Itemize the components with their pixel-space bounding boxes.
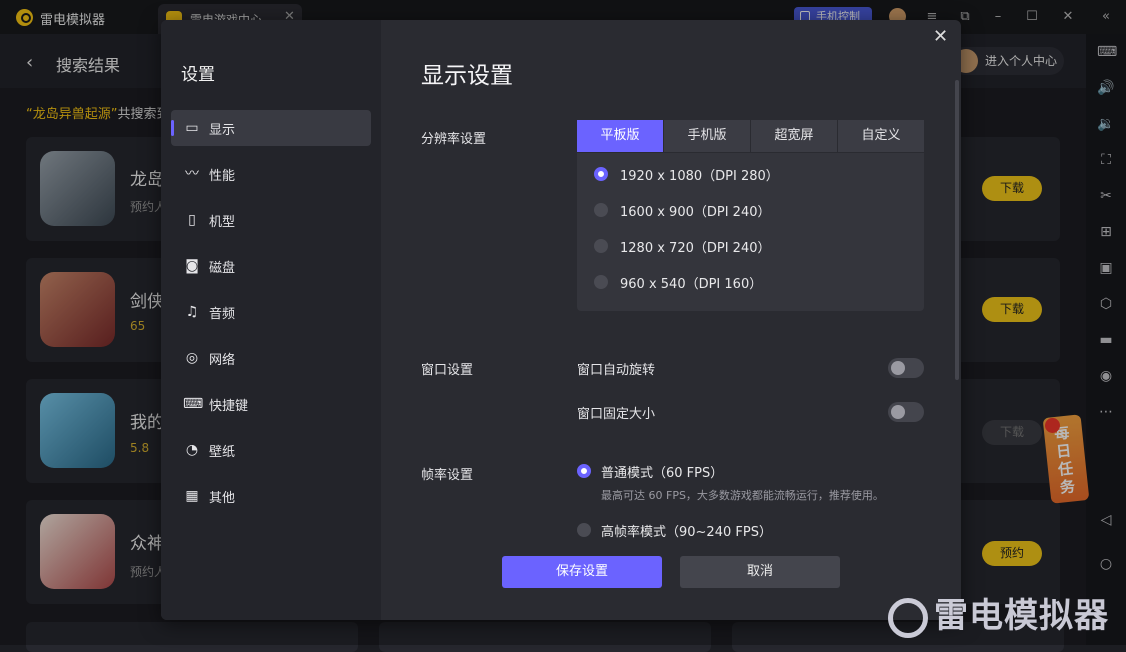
save-settings-button[interactable]: 保存设置: [502, 556, 662, 588]
brand-logo-icon: [888, 597, 928, 638]
fps-normal-description: 最高可达 60 FPS，大多数游戏都能流畅运行，推荐使用。: [601, 489, 884, 502]
cancel-button[interactable]: 取消: [680, 556, 840, 588]
monitor-icon: ▭: [185, 120, 199, 136]
brand-watermark: 雷电模拟器: [888, 588, 1109, 638]
settings-scrollbar[interactable]: [955, 80, 959, 380]
settings-nav-title: 设置: [181, 65, 215, 85]
audio-icon: ♫: [185, 304, 199, 320]
nav-item-device-model[interactable]: ▯ 机型: [171, 202, 371, 238]
nav-item-disk[interactable]: ◙ 磁盘: [171, 248, 371, 284]
nav-item-wallpaper[interactable]: ◔ 壁纸: [171, 432, 371, 468]
dialog-close-icon[interactable]: ✕: [933, 26, 948, 47]
radio-unchecked[interactable]: [594, 239, 608, 253]
network-icon: ◎: [185, 350, 199, 366]
settings-nav: 设置 ▭ 显示 〰 性能 ▯ 机型 ◙ 磁盘 ♫ 音频 ◎ 网络 ⌨ 快捷键 ◔…: [161, 20, 381, 620]
radio-unchecked[interactable]: [577, 523, 591, 537]
tab-phone[interactable]: 手机版: [664, 120, 750, 152]
nav-item-audio[interactable]: ♫ 音频: [171, 294, 371, 330]
resolution-tabs: 平板版 手机版 超宽屏 自定义: [577, 120, 924, 152]
resolution-options: 1920 x 1080（DPI 280） 1600 x 900（DPI 240）…: [577, 153, 924, 311]
grid-icon: ▦: [185, 488, 199, 504]
tab-tablet[interactable]: 平板版: [577, 120, 663, 152]
auto-rotate-toggle[interactable]: [888, 358, 924, 378]
radio-unchecked[interactable]: [594, 203, 608, 217]
device-model-icon: ▯: [188, 212, 196, 228]
tab-custom[interactable]: 自定义: [838, 120, 924, 152]
window-settings-label: 窗口设置: [421, 363, 474, 378]
display-settings-title: 显示设置: [421, 63, 513, 89]
radio-checked[interactable]: [577, 464, 591, 478]
nav-item-performance[interactable]: 〰 性能: [171, 156, 371, 192]
disk-icon: ◙: [185, 258, 199, 274]
nav-item-display[interactable]: ▭ 显示: [171, 110, 371, 146]
fixed-size-toggle[interactable]: [888, 402, 924, 422]
settings-dialog: 设置 ▭ 显示 〰 性能 ▯ 机型 ◙ 磁盘 ♫ 音频 ◎ 网络 ⌨ 快捷键 ◔…: [161, 20, 961, 620]
keyboard-icon: ⌨: [183, 396, 204, 412]
palette-icon: ◔: [185, 442, 199, 458]
dialog-footer: [381, 540, 961, 620]
nav-item-shortcuts[interactable]: ⌨ 快捷键: [171, 386, 371, 422]
radio-checked[interactable]: [594, 167, 608, 181]
nav-item-other[interactable]: ▦ 其他: [171, 478, 371, 514]
radio-unchecked[interactable]: [594, 275, 608, 289]
tab-ultrawide[interactable]: 超宽屏: [751, 120, 837, 152]
auto-rotate-label: 窗口自动旋转: [577, 363, 656, 378]
fixed-size-label: 窗口固定大小: [577, 407, 656, 422]
nav-item-network[interactable]: ◎ 网络: [171, 340, 371, 376]
fps-settings-label: 帧率设置: [421, 468, 474, 483]
performance-icon: 〰: [185, 166, 199, 182]
resolution-label: 分辨率设置: [421, 132, 487, 147]
